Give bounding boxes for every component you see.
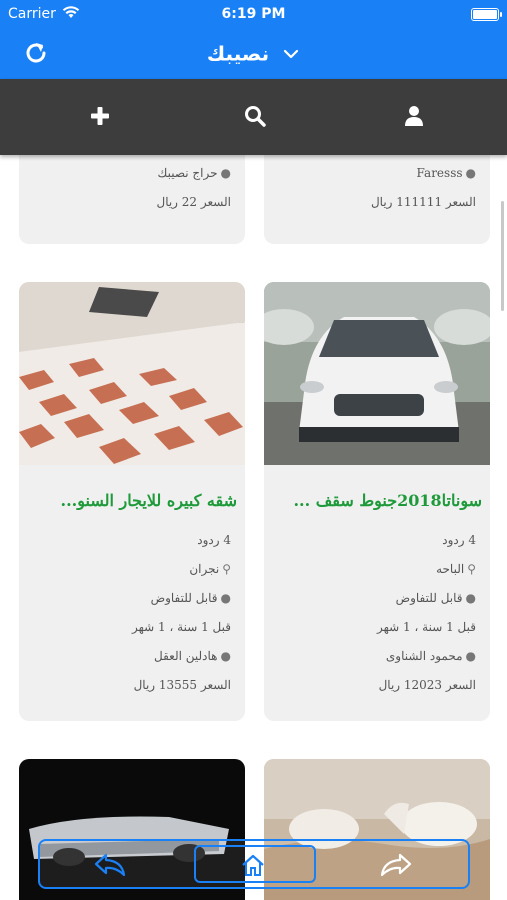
listing-negotiable: قابل للتفاوض xyxy=(150,590,218,605)
map-marker-icon: ⚲ xyxy=(467,561,476,576)
nav-bar: نصيبك xyxy=(0,28,507,79)
listing-seller: محمود الشناوى xyxy=(385,648,463,663)
listing-image xyxy=(264,282,490,465)
listing-card[interactable]: شقه كبيره للايجار السنو... 4 ردود ⚲ نجران… xyxy=(19,282,245,721)
search-icon[interactable] xyxy=(242,103,268,129)
listing-replies: 4 ردود xyxy=(197,532,231,547)
scrollbar[interactable] xyxy=(501,201,504,311)
nav-title-dropdown[interactable]: نصيبك xyxy=(0,40,507,66)
share-icon[interactable] xyxy=(378,849,414,879)
listings-feed[interactable]: ● Faresss السعر 111111 ريال ● حراج نصيبك… xyxy=(0,155,507,900)
user-icon: ● xyxy=(220,590,231,605)
listing-card[interactable]: ● Faresss السعر 111111 ريال xyxy=(264,155,490,244)
user-icon[interactable] xyxy=(401,103,427,129)
user-icon: ● xyxy=(465,165,476,180)
listing-price: السعر 13555 ريال xyxy=(133,677,231,692)
nav-title: نصيبك xyxy=(206,41,270,66)
listing-replies: 4 ردود xyxy=(442,532,476,547)
user-icon: ● xyxy=(465,590,476,605)
listing-price: السعر 12023 ريال xyxy=(378,677,476,692)
listing-location: نجران xyxy=(189,561,220,576)
reply-icon[interactable] xyxy=(92,849,128,879)
listing-time: قبل 1 سنة ، 1 شهر xyxy=(376,619,476,634)
user-icon: ● xyxy=(465,648,476,663)
battery-icon xyxy=(471,8,502,21)
listing-card[interactable]: سوناتا2018جنوط سقف ... 4 ردود ⚲ الباحه ● ق… xyxy=(264,282,490,721)
listing-card[interactable]: ● حراج نصيبك السعر 22 ريال xyxy=(19,155,245,244)
bottom-nav xyxy=(38,839,470,889)
toolbar xyxy=(0,79,507,155)
listing-price: السعر 22 ريال xyxy=(156,194,231,209)
listing-time: قبل 1 سنة ، 1 شهر xyxy=(131,619,231,634)
listing-negotiable: قابل للتفاوض xyxy=(395,590,463,605)
chevron-down-icon xyxy=(283,49,299,58)
home-button[interactable] xyxy=(194,845,316,883)
listing-location: الباحه xyxy=(436,561,465,576)
map-marker-icon: ⚲ xyxy=(222,561,231,576)
status-bar: Carrier 6:19 PM xyxy=(0,0,507,28)
listing-image xyxy=(19,282,245,465)
clock: 6:19 PM xyxy=(221,6,286,22)
listing-title[interactable]: سوناتا2018جنوط سقف ... xyxy=(264,491,490,510)
listing-seller: حراج نصيبك xyxy=(157,165,218,180)
listing-title[interactable]: شقه كبيره للايجار السنو... xyxy=(19,491,245,510)
plus-icon[interactable] xyxy=(87,103,113,129)
user-icon: ● xyxy=(220,648,231,663)
home-icon xyxy=(242,854,264,876)
user-icon: ● xyxy=(220,165,231,180)
listing-seller: Faresss xyxy=(416,165,463,180)
listing-price: السعر 111111 ريال xyxy=(370,194,476,209)
listing-seller: هادلين العقل xyxy=(154,648,218,663)
